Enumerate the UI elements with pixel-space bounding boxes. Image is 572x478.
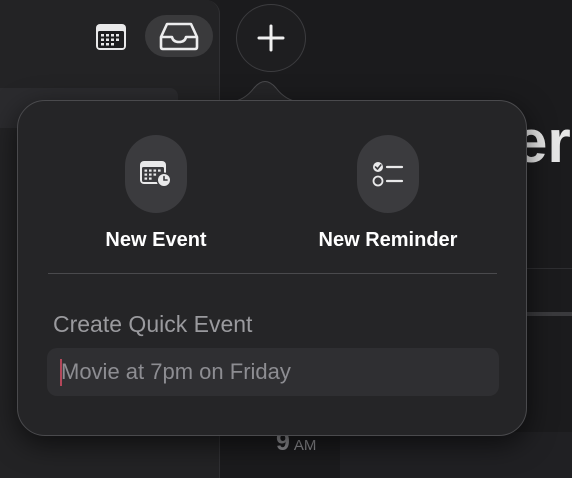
add-popover: New Event New Reminder Create Quick Even…	[17, 100, 527, 436]
checklist-icon	[372, 162, 404, 187]
add-button[interactable]	[236, 4, 306, 72]
inbox-button[interactable]	[145, 15, 213, 57]
calendar-grid-icon	[96, 24, 126, 50]
new-event-label: New Event	[105, 229, 207, 251]
quick-event-title: Create Quick Event	[53, 311, 253, 337]
popover-arrow	[230, 81, 300, 102]
new-reminder-label: New Reminder	[318, 229, 458, 251]
quick-event-field[interactable]	[47, 348, 499, 396]
plus-icon	[257, 24, 285, 52]
new-reminder-icon-button[interactable]	[357, 135, 419, 213]
new-event-icon-button[interactable]	[125, 135, 187, 213]
hour-meridiem: AM	[293, 437, 317, 454]
new-event-button[interactable]: New Event	[86, 135, 226, 252]
calendar-clock-icon	[140, 161, 172, 188]
time-grid-block	[340, 432, 572, 478]
quick-event-input[interactable]	[47, 348, 499, 396]
calendar-view-button[interactable]	[90, 18, 132, 56]
popover-divider	[48, 273, 497, 274]
new-reminder-button[interactable]: New Reminder	[303, 135, 473, 252]
inbox-tray-icon	[159, 22, 199, 51]
